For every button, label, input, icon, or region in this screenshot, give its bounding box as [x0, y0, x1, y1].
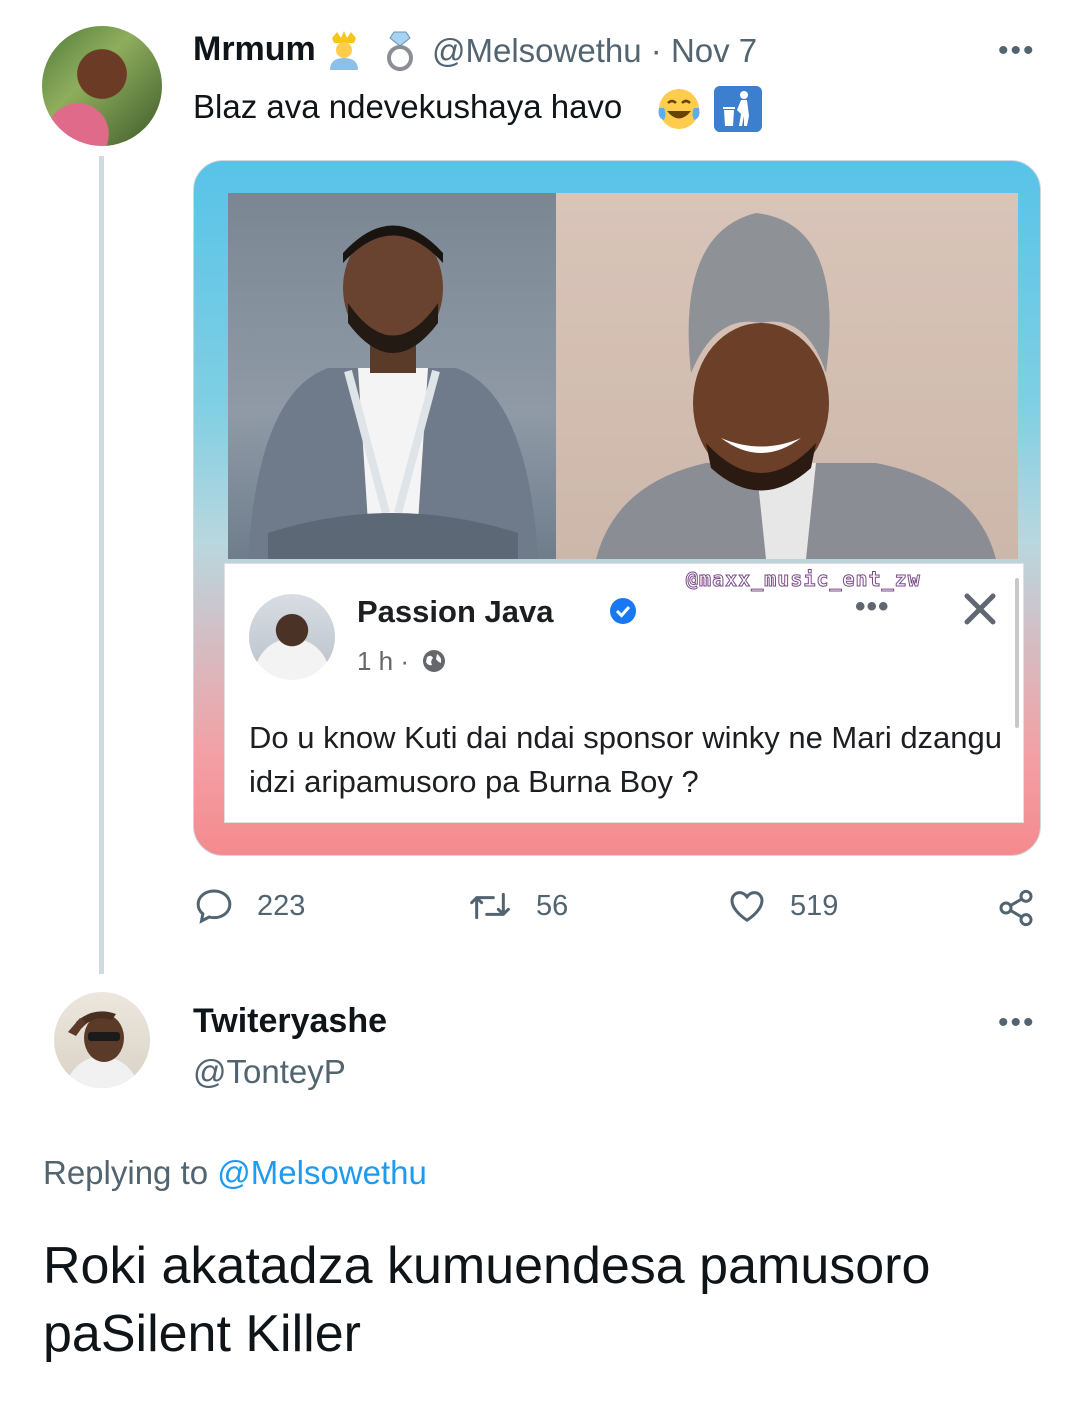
man-in-cardigan-illustration [248, 225, 538, 559]
verified-badge-icon [610, 598, 636, 624]
facebook-post-time: 1 h · [357, 646, 410, 676]
photo-man-in-beanie [556, 193, 1018, 559]
reply-icon [196, 889, 232, 924]
author-handle-and-date: @Melsowethu · Nov 7 [432, 32, 757, 70]
reply-author-name[interactable]: Twiteryashe [193, 1002, 387, 1041]
image-watermark: @maxx_music_ent_zw [686, 567, 921, 592]
reply-tweet-text: Roki akatadza kumuendesa pamusoro paSile… [43, 1237, 931, 1363]
replying-to-mention[interactable]: @Melsowethu [217, 1154, 427, 1191]
scrollbar [1015, 578, 1019, 728]
photo-man-in-cardigan [228, 193, 556, 559]
reply-author-handle[interactable]: @TonteyP [193, 1053, 346, 1091]
ring-emoji [387, 31, 413, 71]
thread-connector-line [99, 156, 104, 974]
author-handle[interactable]: @Melsowethu [432, 32, 642, 69]
facebook-page-name: Passion Java [357, 594, 554, 629]
reply-button[interactable]: 223 [193, 886, 305, 926]
facebook-more-icon: ••• [855, 590, 890, 623]
retweet-count: 56 [536, 889, 569, 922]
replying-to-prefix: Replying to [43, 1154, 209, 1191]
globe-icon [423, 650, 445, 672]
replying-to-line: Replying to @Melsowethu [43, 1154, 427, 1192]
facebook-post-screenshot: Passion Java 1 h · ••• Do u know Kuti da… [224, 563, 1024, 823]
person-with-crown-emoji [330, 31, 358, 70]
tweet-media-image[interactable]: Passion Java 1 h · ••• Do u know Kuti da… [193, 160, 1041, 856]
heart-icon [730, 891, 764, 922]
like-count: 519 [790, 889, 839, 922]
facebook-post-text: Do u know Kuti dai ndai sponsor winky ne… [249, 720, 1003, 799]
man-in-beanie-illustration [596, 213, 996, 559]
author-name[interactable]: Mrmum [193, 30, 316, 69]
like-button[interactable]: 519 [726, 886, 838, 926]
litter-in-bin-emoji [714, 86, 762, 132]
tweet-text: Blaz ava ndevekushaya havo [193, 88, 623, 125]
tears-of-joy-emoji [658, 89, 700, 129]
reply-count: 223 [257, 889, 306, 922]
close-icon [964, 593, 996, 625]
reply-avatar-illustration [64, 1011, 140, 1088]
separator: · [650, 32, 662, 69]
reply-author-avatar[interactable] [54, 992, 150, 1088]
share-icon [999, 889, 1033, 927]
share-button[interactable] [996, 888, 1058, 928]
tweet-date[interactable]: Nov 7 [671, 32, 757, 69]
retweet-button[interactable]: 56 [466, 886, 568, 926]
author-avatar[interactable] [42, 26, 162, 146]
more-options-icon[interactable]: ••• [998, 34, 1036, 68]
facebook-page-avatar [249, 594, 335, 680]
retweet-icon [470, 892, 510, 920]
reply-more-options-icon[interactable]: ••• [998, 1006, 1036, 1040]
